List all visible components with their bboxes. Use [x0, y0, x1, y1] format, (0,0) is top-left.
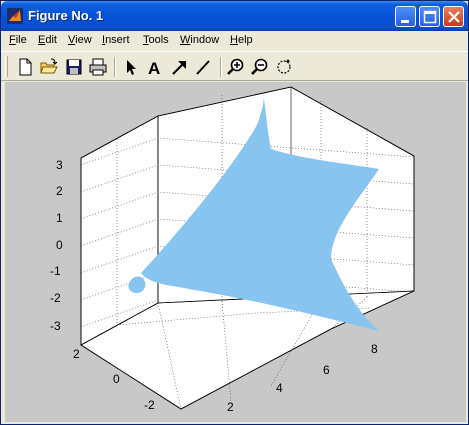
zoom-in-button[interactable] [225, 56, 247, 78]
menu-tools[interactable]: Tools [143, 34, 169, 46]
z-tick-label: -2 [50, 291, 61, 305]
menu-file[interactable]: File [9, 34, 27, 46]
insert-text-icon: A [148, 59, 160, 78]
axes-3d[interactable] [5, 82, 466, 422]
insert-arrow-icon [172, 61, 186, 75]
save-button[interactable] [63, 56, 85, 78]
svg-text:A: A [148, 59, 160, 78]
x-tick-label: 4 [276, 381, 283, 395]
new-figure-icon [19, 58, 32, 76]
window-title: Figure No. 1 [28, 8, 104, 23]
figure-window: Figure No. 1 File Edit View Insert Tools… [0, 0, 469, 425]
x-tick-label: 2 [227, 400, 234, 414]
z-tick-label: 1 [56, 211, 63, 225]
toolbar: A [1, 51, 468, 81]
close-button[interactable] [443, 6, 464, 27]
zoom-out-icon [251, 58, 268, 75]
y-tick-label: -2 [144, 398, 155, 412]
print-icon [89, 58, 107, 76]
y-tick-label: 2 [73, 347, 80, 361]
z-tick-label: 0 [56, 238, 63, 252]
figure-canvas[interactable]: 3 2 1 0 -1 -2 -3 2 0 -2 2 4 6 8 [5, 82, 466, 422]
insert-line-button[interactable] [192, 56, 214, 78]
minimize-icon [401, 20, 409, 23]
y-tick-label: 0 [113, 372, 120, 386]
toolbar-separator [114, 57, 116, 77]
menu-view[interactable]: View [68, 34, 92, 46]
insert-arrow-button[interactable] [168, 56, 190, 78]
rotate-3d-icon [277, 59, 291, 74]
zoom-in-icon [227, 58, 244, 75]
menu-help[interactable]: Help [230, 34, 253, 46]
toolbar-separator [220, 57, 222, 77]
z-tick-label: 3 [56, 158, 63, 172]
select-arrow-icon [127, 60, 136, 75]
menu-insert[interactable]: Insert [102, 34, 130, 46]
open-file-button[interactable] [38, 56, 60, 78]
save-icon [66, 59, 82, 75]
select-arrow-button[interactable] [119, 56, 141, 78]
zoom-out-button[interactable] [249, 56, 271, 78]
print-button[interactable] [87, 56, 109, 78]
x-tick-label: 8 [371, 342, 378, 356]
maximize-button[interactable] [419, 6, 440, 27]
open-file-icon [40, 58, 58, 74]
z-tick-label: 2 [56, 184, 63, 198]
matlab-icon [7, 8, 23, 24]
x-tick-label: 6 [323, 363, 330, 377]
close-icon [448, 11, 460, 23]
toolbar-grip[interactable] [5, 56, 8, 77]
minimize-button[interactable] [395, 6, 416, 27]
menu-bar: File Edit View Insert Tools Window Help [1, 31, 468, 50]
insert-text-button[interactable]: A [143, 56, 165, 78]
menu-window[interactable]: Window [180, 34, 219, 46]
z-tick-label: -1 [50, 264, 61, 278]
z-tick-label: -3 [50, 319, 61, 333]
insert-line-icon [196, 60, 210, 75]
rotate-3d-button[interactable] [273, 56, 295, 78]
title-bar[interactable]: Figure No. 1 [1, 1, 468, 31]
maximize-icon [423, 10, 437, 24]
menu-edit[interactable]: Edit [38, 34, 57, 46]
new-figure-button[interactable] [14, 56, 36, 78]
